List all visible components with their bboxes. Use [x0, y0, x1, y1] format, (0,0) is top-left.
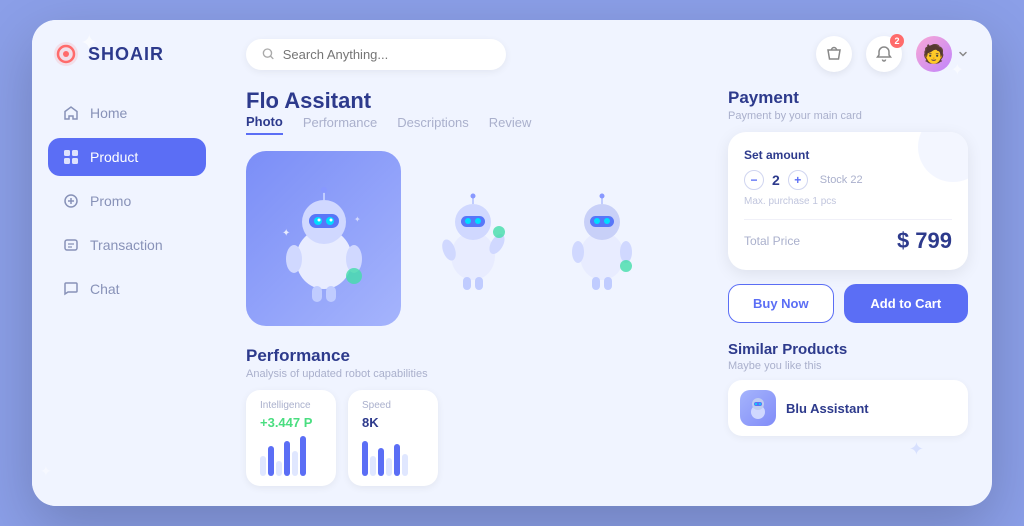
bell-icon — [875, 45, 893, 63]
tabs: Photo Performance Descriptions Review — [246, 114, 704, 135]
logo: SHOAIR — [48, 40, 206, 68]
bag-icon — [825, 45, 843, 63]
tab-performance[interactable]: Performance — [303, 115, 377, 134]
search-input[interactable] — [283, 47, 490, 62]
tab-photo[interactable]: Photo — [246, 114, 283, 135]
product-title: Flo Assitant — [246, 88, 704, 114]
logo-icon — [52, 40, 80, 68]
tab-descriptions[interactable]: Descriptions — [397, 115, 469, 134]
tab-review[interactable]: Review — [489, 115, 532, 134]
divider — [744, 219, 952, 220]
svg-text:✦: ✦ — [282, 228, 290, 239]
similar-products-section: Similar Products Maybe you like this — [728, 341, 968, 436]
performance-title: Performance — [246, 346, 704, 366]
max-purchase-info: Max. purchase 1 pcs — [744, 196, 952, 207]
similar-subtitle: Maybe you like this — [728, 360, 968, 372]
robot-main-illustration: ✦ ✦ — [264, 164, 384, 314]
similar-robot-icon — [740, 390, 776, 426]
app-window: ✦ ✦ ✦ ✦ SHOAIR Home — [32, 20, 992, 506]
product-icon — [62, 148, 80, 166]
header-right: 2 🧑 — [816, 36, 968, 72]
action-buttons: Buy Now Add to Cart — [728, 284, 968, 323]
avatar: 🧑 — [916, 36, 952, 72]
similar-item[interactable]: Blu Assistant — [728, 380, 968, 436]
payment-subtitle: Payment by your main card — [728, 110, 968, 122]
sidebar-home-label: Home — [90, 105, 127, 121]
sidebar-item-promo[interactable]: Promo — [48, 182, 206, 220]
quantity-increase-button[interactable]: + — [788, 170, 808, 190]
left-panel: Flo Assitant Photo Performance Descripti… — [246, 88, 704, 486]
perf-bar-intelligence: Intelligence +3.447 P — [246, 390, 336, 486]
intelligence-label: Intelligence — [260, 400, 322, 411]
performance-bars: Intelligence +3.447 P — [246, 390, 704, 486]
robot-thumb-2 — [423, 174, 523, 304]
intelligence-value: +3.447 P — [260, 415, 322, 430]
similar-robot-svg — [744, 394, 772, 422]
buy-now-button[interactable]: Buy Now — [728, 284, 834, 323]
sidebar-promo-label: Promo — [90, 193, 131, 209]
sidebar-chat-label: Chat — [90, 281, 120, 297]
right-panel: Payment Payment by your main card Set am… — [728, 88, 968, 486]
chevron-down-icon — [958, 49, 968, 59]
performance-section: Performance Analysis of updated robot ca… — [246, 346, 704, 486]
payment-title: Payment — [728, 88, 968, 108]
content-area: Flo Assitant Photo Performance Descripti… — [222, 88, 992, 506]
similar-item-name: Blu Assistant — [786, 401, 869, 416]
logo-text: SHOAIR — [88, 44, 164, 65]
total-price: $ 799 — [897, 228, 952, 254]
bag-button[interactable] — [816, 36, 852, 72]
speed-value: 8K — [362, 415, 424, 430]
stock-info: Stock 22 — [820, 174, 863, 186]
sidebar-item-product[interactable]: Product — [48, 138, 206, 176]
main-content: 2 🧑 Flo Assitant Photo Performance — [222, 20, 992, 506]
similar-title: Similar Products — [728, 341, 968, 358]
total-label: Total Price — [744, 234, 800, 248]
sidebar-transaction-label: Transaction — [90, 237, 163, 253]
perf-bar-speed: Speed 8K — [348, 390, 438, 486]
payment-section: Payment Payment by your main card Set am… — [728, 88, 968, 270]
svg-text:✦: ✦ — [354, 215, 361, 224]
notification-badge: 2 — [890, 34, 904, 48]
sidebar-item-transaction[interactable]: Transaction — [48, 226, 206, 264]
chat-icon — [62, 280, 80, 298]
notification-button[interactable]: 2 — [866, 36, 902, 72]
promo-icon — [62, 192, 80, 210]
quantity-value: 2 — [772, 172, 780, 188]
total-row: Total Price $ 799 — [744, 228, 952, 254]
payment-card: Set amount − 2 + Stock 22 Max. purchase … — [728, 132, 968, 270]
photo-main[interactable]: ✦ ✦ — [246, 151, 401, 326]
sidebar-product-label: Product — [90, 149, 138, 165]
sidebar: SHOAIR Home Product — [32, 20, 222, 506]
speed-label: Speed — [362, 400, 424, 411]
sidebar-item-home[interactable]: Home — [48, 94, 206, 132]
photo-thumb-3[interactable] — [544, 169, 659, 309]
photos-row: ✦ ✦ — [246, 151, 704, 326]
add-to-cart-button[interactable]: Add to Cart — [844, 284, 968, 323]
speed-chart — [362, 436, 424, 476]
robot-thumb-3 — [552, 174, 652, 304]
set-amount-label: Set amount — [744, 148, 952, 162]
home-icon — [62, 104, 80, 122]
avatar-button[interactable]: 🧑 — [916, 36, 968, 72]
sidebar-item-chat[interactable]: Chat — [48, 270, 206, 308]
intelligence-chart — [260, 436, 322, 476]
search-bar[interactable] — [246, 39, 506, 70]
photo-thumb-2[interactable] — [415, 169, 530, 309]
search-icon — [262, 47, 275, 61]
performance-subtitle: Analysis of updated robot capabilities — [246, 368, 704, 380]
transaction-icon — [62, 236, 80, 254]
quantity-row: − 2 + Stock 22 — [744, 170, 952, 190]
header: 2 🧑 — [222, 20, 992, 88]
quantity-decrease-button[interactable]: − — [744, 170, 764, 190]
